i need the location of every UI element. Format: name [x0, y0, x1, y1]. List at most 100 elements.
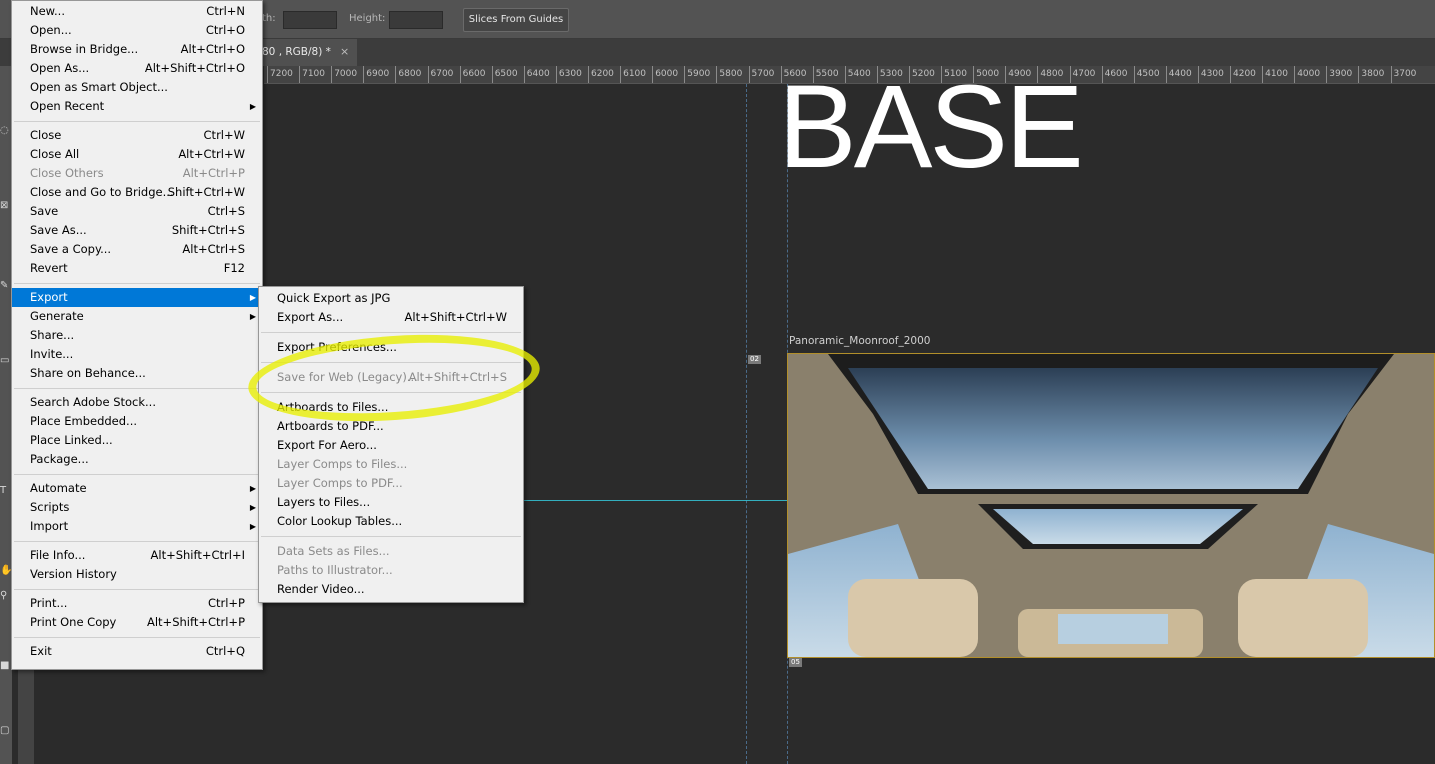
submenu-arrow-icon: ▶ [249, 484, 256, 493]
ruler-tick-label: 4500 [1136, 69, 1160, 79]
menu-item-print[interactable]: Print... Ctrl+P [12, 594, 262, 613]
submenu-arrow-icon: ▶ [249, 503, 256, 512]
menu-item-scripts[interactable]: Scripts ▶ [12, 498, 262, 517]
menu-item-exit[interactable]: Exit Ctrl+Q [12, 642, 262, 661]
menu-item-label: Print One Copy [30, 615, 117, 629]
menu-item-generate[interactable]: Generate ▶ [12, 307, 262, 326]
menu-item-place-embedded[interactable]: Place Embedded... [12, 412, 262, 431]
menu-item-share-on-behance[interactable]: Share on Behance... [12, 364, 262, 383]
menu-item-layer-comps-to-pdf[interactable]: Layer Comps to PDF... [259, 474, 523, 493]
menu-item-close-all[interactable]: Close All Alt+Ctrl+W [12, 145, 262, 164]
menu-item-data-sets-as-files[interactable]: Data Sets as Files... [259, 542, 523, 561]
menu-item-artboards-to-files[interactable]: Artboards to Files... [259, 398, 523, 417]
frame-icon[interactable]: ⊠ [0, 200, 10, 211]
menu-item-open[interactable]: Open... Ctrl+O [12, 21, 262, 40]
menu-item-render-video[interactable]: Render Video... [259, 580, 523, 599]
menu-item-place-linked[interactable]: Place Linked... [12, 431, 262, 450]
document-tab-title: 80 , RGB/8) * [262, 46, 331, 58]
menu-item-label: Data Sets as Files... [277, 544, 390, 558]
menu-item-shortcut: Ctrl+Q [205, 644, 245, 658]
menu-item-file-info[interactable]: File Info... Alt+Shift+Ctrl+I [12, 546, 262, 565]
ruler-tick: 6700 [427, 66, 453, 83]
menu-item-label: Search Adobe Stock... [30, 395, 156, 409]
height-field[interactable] [389, 11, 443, 29]
menu-item-artboards-to-pdf[interactable]: Artboards to PDF... [259, 417, 523, 436]
menu-item-automate[interactable]: Automate ▶ [12, 479, 262, 498]
menu-separator [261, 392, 521, 393]
menu-item-label: Invite... [30, 347, 74, 361]
ruler-tick: 6300 [555, 66, 582, 83]
menu-item-shortcut: Ctrl+N [206, 4, 245, 18]
menu-item-version-history[interactable]: Version History [12, 565, 262, 584]
brush-icon[interactable]: ✎ [0, 280, 10, 291]
menu-item-label: Automate [30, 481, 87, 495]
menu-item-quick-export-as-jpg[interactable]: Quick Export as JPG [259, 289, 523, 308]
ruler-tick-label: 4100 [1265, 69, 1288, 79]
menu-item-new[interactable]: New... Ctrl+N [12, 2, 262, 21]
menu-item-close-others[interactable]: Close Others Alt+Ctrl+P [12, 164, 262, 183]
menu-item-import[interactable]: Import ▶ [12, 517, 262, 536]
menu-item-color-lookup-tables[interactable]: Color Lookup Tables... [259, 512, 523, 531]
menu-item-browse-in-bridge[interactable]: Browse in Bridge... Alt+Ctrl+O [12, 40, 262, 59]
eraser-icon[interactable]: ▭ [0, 355, 10, 366]
ruler-tick: 4100 [1262, 66, 1288, 83]
menu-item-label: Export [30, 290, 68, 304]
panoramic-moonroof-image[interactable] [787, 353, 1435, 658]
slices-from-guides-button[interactable]: Slices From Guides [463, 8, 569, 32]
ruler-tick: 6600 [459, 66, 486, 83]
ruler-tick: 6200 [588, 66, 614, 83]
menu-item-export-as[interactable]: Export As... Alt+Shift+Ctrl+W [259, 308, 523, 327]
ruler-tick: 7000 [331, 66, 357, 83]
menu-item-share[interactable]: Share... [12, 326, 262, 345]
lasso-icon[interactable]: ◌ [0, 125, 10, 136]
menu-separator [14, 121, 260, 122]
menu-item-save-a-copy[interactable]: Save a Copy... Alt+Ctrl+S [12, 240, 262, 259]
menu-item-label: Open As... [30, 61, 90, 75]
menu-item-print-one-copy[interactable]: Print One Copy Alt+Shift+Ctrl+P [12, 613, 262, 632]
menu-item-label: Save a Copy... [30, 242, 112, 256]
menu-item-label: New... [30, 4, 65, 18]
menu-item-shortcut: Alt+Shift+Ctrl+W [404, 310, 507, 324]
ruler-tick: 4400 [1165, 66, 1192, 83]
menu-item-save[interactable]: Save Ctrl+S [12, 202, 262, 221]
menu-item-open-as-smart-object[interactable]: Open as Smart Object... [12, 78, 262, 97]
menu-item-export-for-aero[interactable]: Export For Aero... [259, 436, 523, 455]
close-tab-icon[interactable]: × [340, 39, 349, 65]
menu-item-close-and-go-to-bridge[interactable]: Close and Go to Bridge... Shift+Ctrl+W [12, 183, 262, 202]
menu-item-export-preferences[interactable]: Export Preferences... [259, 338, 523, 357]
ruler-tick: 7100 [299, 66, 325, 83]
menu-item-label: Open as Smart Object... [30, 80, 168, 94]
menu-item-label: Share... [30, 328, 75, 342]
menu-item-label: Save [30, 204, 59, 218]
width-field[interactable] [283, 11, 337, 29]
menu-item-open-recent[interactable]: Open Recent ▶ [12, 97, 262, 116]
zoom-icon[interactable]: ⚲ [0, 590, 10, 601]
color-swatch-icon[interactable]: ■ [0, 660, 10, 671]
menu-item-label: Close Others [30, 166, 104, 180]
document-tab[interactable]: 80 , RGB/8) * × [262, 39, 357, 66]
menu-item-shortcut: Alt+Shift+Ctrl+P [146, 615, 245, 629]
menu-item-layer-comps-to-files[interactable]: Layer Comps to Files... [259, 455, 523, 474]
type-tool-icon[interactable]: T [0, 485, 10, 496]
menu-item-paths-to-illustrator[interactable]: Paths to Illustrator... [259, 561, 523, 580]
menu-item-label: Close [30, 128, 62, 142]
ruler-tick: 6500 [491, 66, 518, 83]
menu-item-export[interactable]: Export ▶ [12, 288, 262, 307]
menu-item-save-as[interactable]: Save As... Shift+Ctrl+S [12, 221, 262, 240]
menu-item-save-for-web-legacy[interactable]: Save for Web (Legacy)... Alt+Shift+Ctrl+S [259, 368, 523, 387]
menu-item-open-as[interactable]: Open As... Alt+Shift+Ctrl+O [12, 59, 262, 78]
menu-item-label: File Info... [30, 548, 86, 562]
menu-item-revert[interactable]: Revert F12 [12, 259, 262, 278]
menu-item-search-adobe-stock[interactable]: Search Adobe Stock... [12, 393, 262, 412]
menu-separator [14, 637, 260, 638]
menu-item-package[interactable]: Package... [12, 450, 262, 469]
menu-item-label: Save As... [30, 223, 87, 237]
menu-item-layers-to-files[interactable]: Layers to Files... [259, 493, 523, 512]
menu-item-invite[interactable]: Invite... [12, 345, 262, 364]
ruler-tick-label: 4200 [1233, 69, 1256, 79]
hand-icon[interactable]: ✋ [0, 565, 12, 576]
menu-item-shortcut: Ctrl+S [207, 204, 245, 218]
menu-item-close[interactable]: Close Ctrl+W [12, 126, 262, 145]
ruler-tick-label: 6000 [655, 69, 679, 79]
screen-mode-icon[interactable]: ▢ [0, 725, 10, 736]
